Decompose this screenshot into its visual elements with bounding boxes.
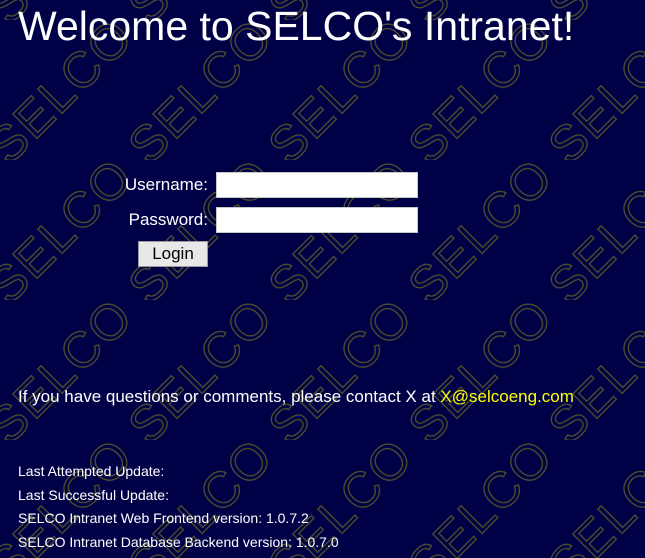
username-row: Username: — [112, 170, 418, 200]
contact-email-link[interactable]: X@selcoeng.com — [440, 387, 574, 406]
page-title: Welcome to SELCO's Intranet! — [18, 3, 575, 49]
last-successful-update: Last Successful Update: — [18, 486, 169, 503]
password-row: Password: — [112, 205, 418, 235]
username-field[interactable] — [216, 172, 418, 198]
status-info: Last Attempted Update: Last Successful U… — [18, 462, 339, 556]
login-form: Username: Password: Login — [112, 170, 418, 267]
contact-line: If you have questions or comments, pleas… — [18, 387, 574, 407]
backend-version: SELCO Intranet Database Backend version:… — [18, 533, 339, 550]
page-content: Welcome to SELCO's Intranet! Username: P… — [0, 0, 645, 558]
contact-text: If you have questions or comments, pleas… — [18, 387, 436, 406]
password-label: Password: — [128, 210, 208, 229]
username-label: Username: — [124, 175, 208, 194]
password-field[interactable] — [216, 207, 418, 233]
frontend-version: SELCO Intranet Web Frontend version: 1.0… — [18, 510, 309, 526]
login-button[interactable]: Login — [138, 241, 208, 267]
last-attempted-update: Last Attempted Update: — [18, 463, 165, 479]
